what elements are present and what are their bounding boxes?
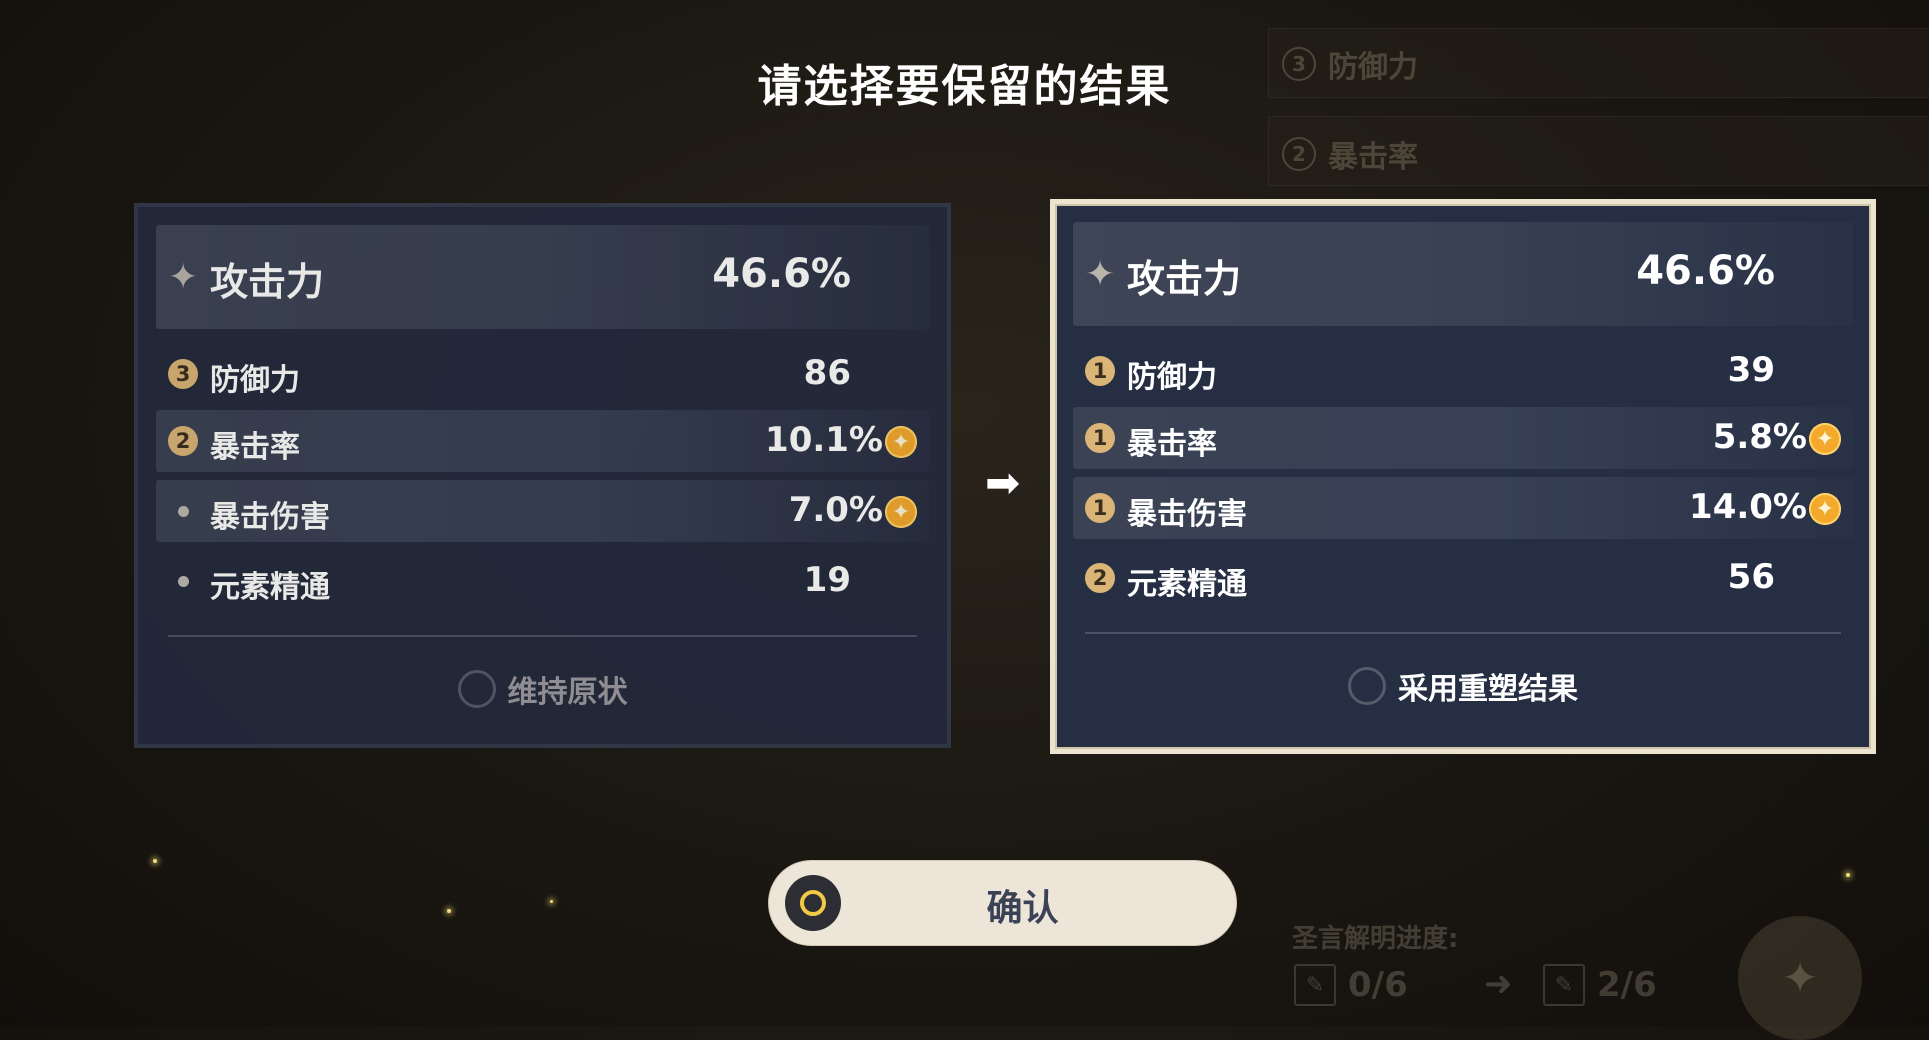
substat-name: 防御力 [1127, 360, 1217, 395]
background-progress-label: 圣言解明进度: [1292, 924, 1459, 954]
roll-count-badge: 2 [168, 426, 198, 456]
keep-original-card[interactable]: ✦ 攻击力 46.6% 3 防御力 86 2 暴击率 10.1% ✦ 暴击伤害 … [134, 203, 951, 748]
arrow-right-icon: ➜ [1484, 964, 1513, 1004]
substat-value: 56 [1727, 557, 1775, 597]
background-action-button: ✦ [1738, 916, 1862, 1040]
bullet-dot-icon [178, 576, 189, 587]
gold-star-icon: ✦ [885, 496, 917, 528]
substat-value: 39 [1727, 350, 1775, 390]
roll-count-badge: 2 [1085, 563, 1115, 593]
substat-name: 暴击伤害 [210, 500, 330, 535]
sparkle-particle [1846, 873, 1850, 877]
sparkle-particle [153, 859, 157, 863]
substat-name: 暴击率 [1127, 427, 1217, 462]
background-stat-badge-2: 2 [1282, 137, 1316, 171]
main-stat-row: ✦ 攻击力 46.6% [1073, 222, 1853, 326]
use-reshaped-option[interactable]: 采用重塑结果 [1055, 664, 1871, 708]
gold-star-icon: ✦ [885, 426, 917, 458]
background-progress-arrow: ➜ [1484, 964, 1513, 1004]
substat-row: 2 元素精通 56 [1073, 547, 1853, 609]
background-progress-from: ✎ 0/6 [1294, 964, 1408, 1006]
option-label: 采用重塑结果 [1398, 672, 1578, 707]
substat-value: 7.0% [788, 490, 883, 530]
substat-value: 10.1% [765, 420, 883, 460]
gold-star-icon: ✦ [1809, 423, 1841, 455]
compass-icon: ✦ [1781, 952, 1819, 1004]
arrow-right-icon: ➡ [985, 458, 1021, 507]
radio-button[interactable] [1348, 667, 1386, 705]
bullet-dot-icon [178, 506, 189, 517]
substat-name: 元素精通 [210, 570, 330, 605]
roll-count-badge: 3 [168, 359, 198, 389]
reshaped-result-card[interactable]: ✦ 攻击力 46.6% 1 防御力 39 1 暴击率 5.8% ✦ 1 暴击伤害… [1050, 199, 1876, 754]
gold-star-icon: ✦ [1809, 493, 1841, 525]
substat-row: 元素精通 19 [156, 550, 929, 612]
substat-row: 2 暴击率 10.1% ✦ [156, 410, 929, 472]
substat-value: 14.0% [1689, 487, 1807, 527]
sparkle-particle [550, 900, 553, 903]
substat-name: 暴击伤害 [1127, 497, 1247, 532]
divider [1085, 632, 1841, 634]
divider [168, 635, 917, 637]
keep-original-option[interactable]: 维持原状 [138, 667, 947, 711]
substat-row: 1 防御力 39 [1073, 340, 1853, 402]
substat-name: 防御力 [210, 363, 300, 398]
sparkle-icon: ✦ [168, 257, 199, 298]
main-stat-name: 攻击力 [1127, 257, 1242, 301]
background-stat-label-2: 2 暴击率 [1282, 132, 1418, 176]
substat-row: 1 暴击伤害 14.0% ✦ [1073, 477, 1853, 539]
sparkle-particle [447, 909, 451, 913]
substat-value: 86 [803, 353, 851, 393]
substat-value: 19 [803, 560, 851, 600]
background-progress-to: ✎ 2/6 [1543, 964, 1657, 1006]
substat-row: 1 暴击率 5.8% ✦ [1073, 407, 1853, 469]
roll-count-badge: 1 [1085, 493, 1115, 523]
main-stat-value: 46.6% [712, 251, 851, 297]
substat-row: 3 防御力 86 [156, 343, 929, 405]
roll-count-badge: 1 [1085, 423, 1115, 453]
constellation-icon: ✎ [1543, 964, 1585, 1006]
substat-name: 元素精通 [1127, 567, 1247, 602]
page-title: 请选择要保留的结果 [757, 61, 1172, 112]
constellation-icon: ✎ [1294, 964, 1336, 1006]
sparkle-icon: ✦ [1085, 254, 1116, 295]
roll-count-badge: 1 [1085, 356, 1115, 386]
radio-button[interactable] [457, 670, 496, 708]
confirm-label: 确认 [986, 888, 1059, 929]
confirm-button[interactable]: 确认 [769, 861, 1236, 945]
main-stat-value: 46.6% [1636, 248, 1775, 294]
substat-name: 暴击率 [210, 430, 300, 465]
main-stat-row: ✦ 攻击力 46.6% [156, 225, 929, 329]
substat-row: 暴击伤害 7.0% ✦ [156, 480, 929, 542]
option-label: 维持原状 [507, 675, 628, 710]
main-stat-name: 攻击力 [210, 260, 325, 304]
substat-value: 5.8% [1712, 417, 1807, 457]
